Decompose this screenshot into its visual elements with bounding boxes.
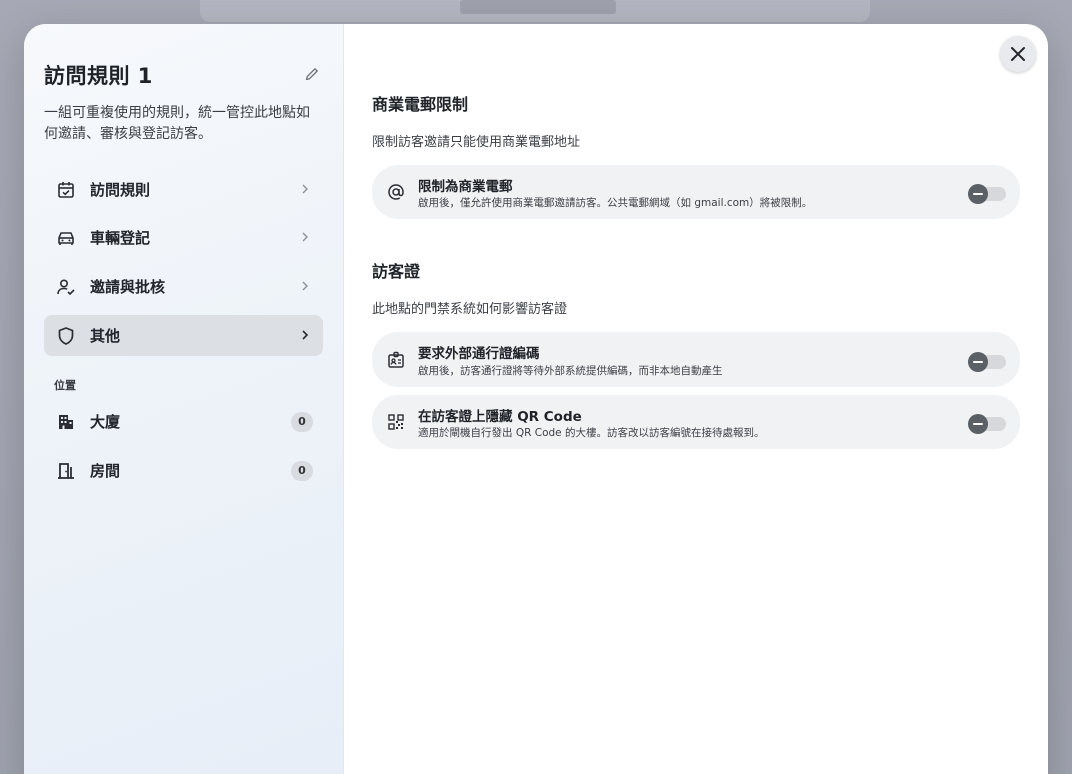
rule-title: 訪問規則 1 [44,64,153,88]
close-icon [1011,47,1025,61]
chevron-right-icon [302,281,308,291]
count-badge: 0 [291,461,313,481]
calendar-check-icon [58,182,74,198]
sidebar-item-buildings[interactable]: 大廈 0 [44,401,323,442]
id-badge-icon [388,351,404,368]
sidebar-item-label: 車輛登記 [90,229,151,247]
sidebar-item-vehicle-registration[interactable]: 車輛登記 [44,217,323,258]
car-icon [58,232,74,245]
sidebar-item-label: 訪問規則 [90,181,151,199]
shield-icon [58,327,74,345]
building-icon [59,415,73,429]
pass-section-subtitle: 此地點的門禁系統如何影響訪客證 [372,302,568,317]
email-section-title: 商業電郵限制 [372,95,469,114]
setting-description: 啟用後，訪客通行證將等待外部系統提供編碼，而非本地自動產生 [418,365,723,377]
sidebar: 訪問規則 1 一組可重複使用的規則，統一管控此地點如何邀請、審核與登記訪客。 訪… [24,24,344,774]
toggle-knob [968,352,988,372]
email-section-subtitle: 限制訪客邀請只能使用商業電郵地址 [372,135,581,150]
pass-section-title: 訪客證 [372,262,421,281]
sidebar-item-rooms[interactable]: 房間 0 [44,450,323,491]
backdrop-title [460,0,616,14]
door-icon [58,463,74,479]
sidebar-item-label: 邀請與批核 [90,278,166,296]
sidebar-item-label: 房間 [90,462,121,480]
edit-title-button[interactable] [304,66,322,84]
chevron-right-icon [302,232,308,242]
user-check-icon [57,279,75,296]
setting-row-business-email: 限制為商業電郵 啟用後，僅允許使用商業電郵邀請訪客。公共電郵網域（如 gmail… [372,165,1020,219]
sidebar-item-label: 大廈 [90,413,121,431]
business-email-toggle[interactable] [968,184,1006,204]
location-section-label: 位置 [54,379,76,392]
setting-title: 在訪客證上隱藏 QR Code [418,409,582,425]
hide-qr-code-toggle[interactable] [968,414,1006,434]
setting-description: 適用於閘機自行發出 QR Code 的大樓。訪客改以訪客編號在接待處報到。 [418,427,765,439]
count-badge: 0 [291,412,313,432]
chevron-right-icon [302,184,308,194]
setting-row-hide-qr-code: 在訪客證上隱藏 QR Code 適用於閘機自行發出 QR Code 的大樓。訪客… [372,395,1020,449]
close-button[interactable] [1000,36,1036,72]
toggle-knob [968,414,988,434]
at-sign-icon [388,184,404,200]
toggle-knob [968,184,988,204]
sidebar-item-invite-approval[interactable]: 邀請與批核 [44,266,323,307]
sidebar-item-label: 其他 [90,327,121,345]
pencil-icon [305,68,318,81]
external-pass-code-toggle[interactable] [968,352,1006,372]
qr-code-icon [388,414,404,430]
chevron-right-icon [302,330,309,340]
sidebar-item-visit-rules[interactable]: 訪問規則 [44,169,323,210]
setting-row-external-pass-code: 要求外部通行證編碼 啟用後，訪客通行證將等待外部系統提供編碼，而非本地自動產生 [372,332,1020,387]
setting-description: 啟用後，僅允許使用商業電郵邀請訪客。公共電郵網域（如 gmail.com）將被限… [418,197,813,209]
setting-title: 限制為商業電郵 [418,179,513,195]
sidebar-item-other[interactable]: 其他 [44,315,323,356]
setting-title: 要求外部通行證編碼 [418,346,540,362]
rule-description: 一組可重複使用的規則，統一管控此地點如何邀請、審核與登記訪客。 [44,105,310,142]
